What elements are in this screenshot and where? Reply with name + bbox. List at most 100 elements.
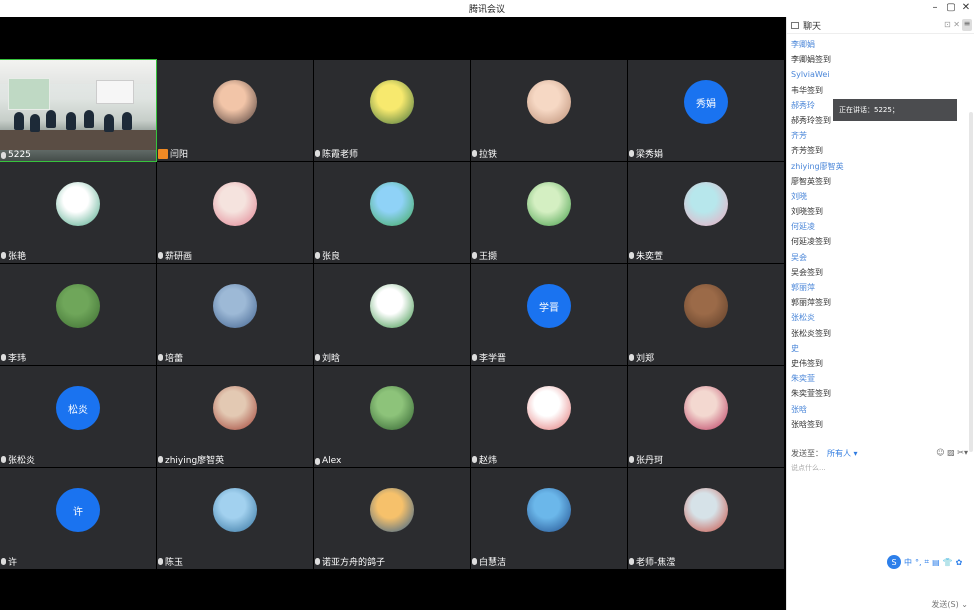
- avatar: [213, 284, 257, 328]
- participant-name-text: 拉铁: [479, 150, 498, 160]
- ime-punctuation-icon[interactable]: °,: [915, 558, 922, 567]
- chat-header: 聊天 ⊡ ✕ ≡: [787, 17, 974, 34]
- avatar: [684, 284, 728, 328]
- participant-tile[interactable]: 松炎 张松炎: [0, 366, 156, 467]
- chat-tool-icons[interactable]: ☺ ▨ ✂▾: [936, 448, 968, 457]
- avatar: [684, 488, 728, 532]
- avatar: [370, 488, 414, 532]
- participant-tile[interactable]: 张艳: [0, 162, 156, 263]
- minimize-button[interactable]: –: [928, 1, 942, 15]
- participant-tile[interactable]: Alex: [314, 366, 470, 467]
- chat-sender: 何延凌: [791, 222, 815, 232]
- participant-tile[interactable]: 薪研画: [157, 162, 313, 263]
- participant-name: Alex: [315, 456, 341, 466]
- participant-tile[interactable]: 张良: [314, 162, 470, 263]
- ime-toolbox-icon[interactable]: ▤: [932, 558, 940, 567]
- participant-tile[interactable]: 秀娟 梁秀娟: [628, 60, 784, 161]
- close-button[interactable]: ✕: [959, 1, 973, 15]
- chat-panel: 聊天 ⊡ ✕ ≡ 李卿娟 李卿娟签到 SylviaWei 韦华签到 郝秀玲 郝秀玲签到 齐芳…: [786, 17, 974, 610]
- participant-name-text: 张良: [322, 252, 341, 262]
- microphone-icon: [629, 354, 634, 361]
- ime-logo-icon[interactable]: S: [887, 555, 901, 569]
- ime-keyboard-icon[interactable]: ⌗: [925, 557, 930, 567]
- participant-tile[interactable]: 白慧洁: [471, 468, 627, 569]
- ime-toolbar[interactable]: S 中 °, ⌗ ▤ 👕 ✿: [887, 554, 971, 570]
- participant-tile[interactable]: 张丹珂: [628, 366, 784, 467]
- microphone-icon: [472, 456, 477, 463]
- participant-tile[interactable]: 陈玉: [157, 468, 313, 569]
- participant-name: 老师-焦滢: [629, 555, 675, 568]
- ime-skin-icon[interactable]: 👕: [943, 558, 953, 567]
- participant-tile[interactable]: 刘郑: [628, 264, 784, 365]
- participant-tile[interactable]: 许许: [0, 468, 156, 569]
- participant-name: 赵炜: [472, 453, 497, 466]
- chat-message: 吴会签到: [791, 267, 823, 277]
- ime-chinese-icon[interactable]: 中: [904, 557, 912, 568]
- participant-name: 张丹珂: [629, 453, 663, 466]
- participant-name-text: 张艳: [8, 252, 27, 262]
- title-bar: 腾讯会议 – ▢ ✕: [0, 0, 974, 17]
- chat-sender: 刘晓: [791, 191, 807, 201]
- participant-tile[interactable]: 王撷: [471, 162, 627, 263]
- participant-tile[interactable]: 培蕾: [157, 264, 313, 365]
- chat-message: 郭丽萍签到: [791, 298, 831, 308]
- send-to-dropdown[interactable]: 所有人 ▾: [827, 449, 858, 458]
- chat-sender: zhiying廖智英: [791, 161, 844, 171]
- participant-tile[interactable]: 拉铁: [471, 60, 627, 161]
- participant-name: 梁秀娟: [629, 147, 663, 160]
- participant-tile[interactable]: 学晋 李学晋: [471, 264, 627, 365]
- chat-message: 韦华签到: [791, 85, 823, 95]
- participant-tile[interactable]: 刘晗: [314, 264, 470, 365]
- avatar: 学晋: [527, 284, 571, 328]
- participant-tile[interactable]: 诺亚方舟的鸽子: [314, 468, 470, 569]
- avatar: [56, 182, 100, 226]
- chat-sender: 郭丽萍: [791, 283, 815, 292]
- microphone-icon: [472, 150, 477, 157]
- chat-menu-icon[interactable]: ≡: [962, 19, 972, 31]
- chat-message: 廖智英签到: [791, 176, 831, 186]
- microphone-icon: [629, 150, 634, 157]
- host-icon: [158, 148, 168, 159]
- participant-tile[interactable]: 陈霞老师: [314, 60, 470, 161]
- participant-tile[interactable]: 闫阳: [157, 60, 313, 161]
- microphone-icon: [315, 558, 320, 565]
- chat-scrollbar[interactable]: [969, 112, 973, 452]
- participant-name: 许: [1, 555, 17, 568]
- participant-name: 张良: [315, 249, 340, 262]
- participant-tile[interactable]: 5225: [0, 59, 157, 162]
- participant-tile[interactable]: 赵炜: [471, 366, 627, 467]
- microphone-icon: [629, 558, 634, 565]
- participant-name-text: 陈玉: [165, 558, 184, 568]
- chat-input[interactable]: 说点什么...: [791, 463, 967, 473]
- chat-message: 张晗签到: [791, 419, 823, 429]
- microphone-icon: [472, 354, 477, 361]
- participant-tile[interactable]: 朱奕萱: [628, 162, 784, 263]
- participant-tile[interactable]: 老师-焦滢: [628, 468, 784, 569]
- avatar: [213, 488, 257, 532]
- chat-popout-close-icons[interactable]: ⊡ ✕: [944, 20, 960, 29]
- avatar: [684, 386, 728, 430]
- microphone-icon: [158, 558, 163, 565]
- send-button[interactable]: 发送(S) ⌄: [931, 599, 968, 610]
- send-to-row: 发送至： 所有人 ▾: [791, 448, 858, 459]
- participant-name-text: zhiying廖智英: [165, 456, 225, 466]
- participant-name: 白慧洁: [472, 555, 506, 568]
- send-to-label: 发送至：: [791, 449, 823, 458]
- microphone-icon: [1, 558, 6, 565]
- avatar: 松炎: [56, 386, 100, 430]
- participant-name-text: 李玮: [8, 354, 27, 364]
- participant-name: 张艳: [1, 249, 26, 262]
- participant-name-text: 5225: [8, 150, 31, 160]
- participant-tile[interactable]: zhiying廖智英: [157, 366, 313, 467]
- maximize-button[interactable]: ▢: [944, 1, 958, 15]
- participant-name-text: 老师-焦滢: [636, 558, 676, 568]
- ime-settings-icon[interactable]: ✿: [956, 558, 963, 567]
- microphone-icon: [315, 354, 320, 361]
- participant-name-text: Alex: [322, 456, 342, 466]
- participant-name-text: 陈霞老师: [322, 150, 359, 160]
- avatar: [56, 284, 100, 328]
- participant-tile[interactable]: 李玮: [0, 264, 156, 365]
- chat-message: 朱奕萱签到: [791, 389, 831, 399]
- microphone-icon: [315, 252, 320, 259]
- microphone-icon: [1, 456, 6, 463]
